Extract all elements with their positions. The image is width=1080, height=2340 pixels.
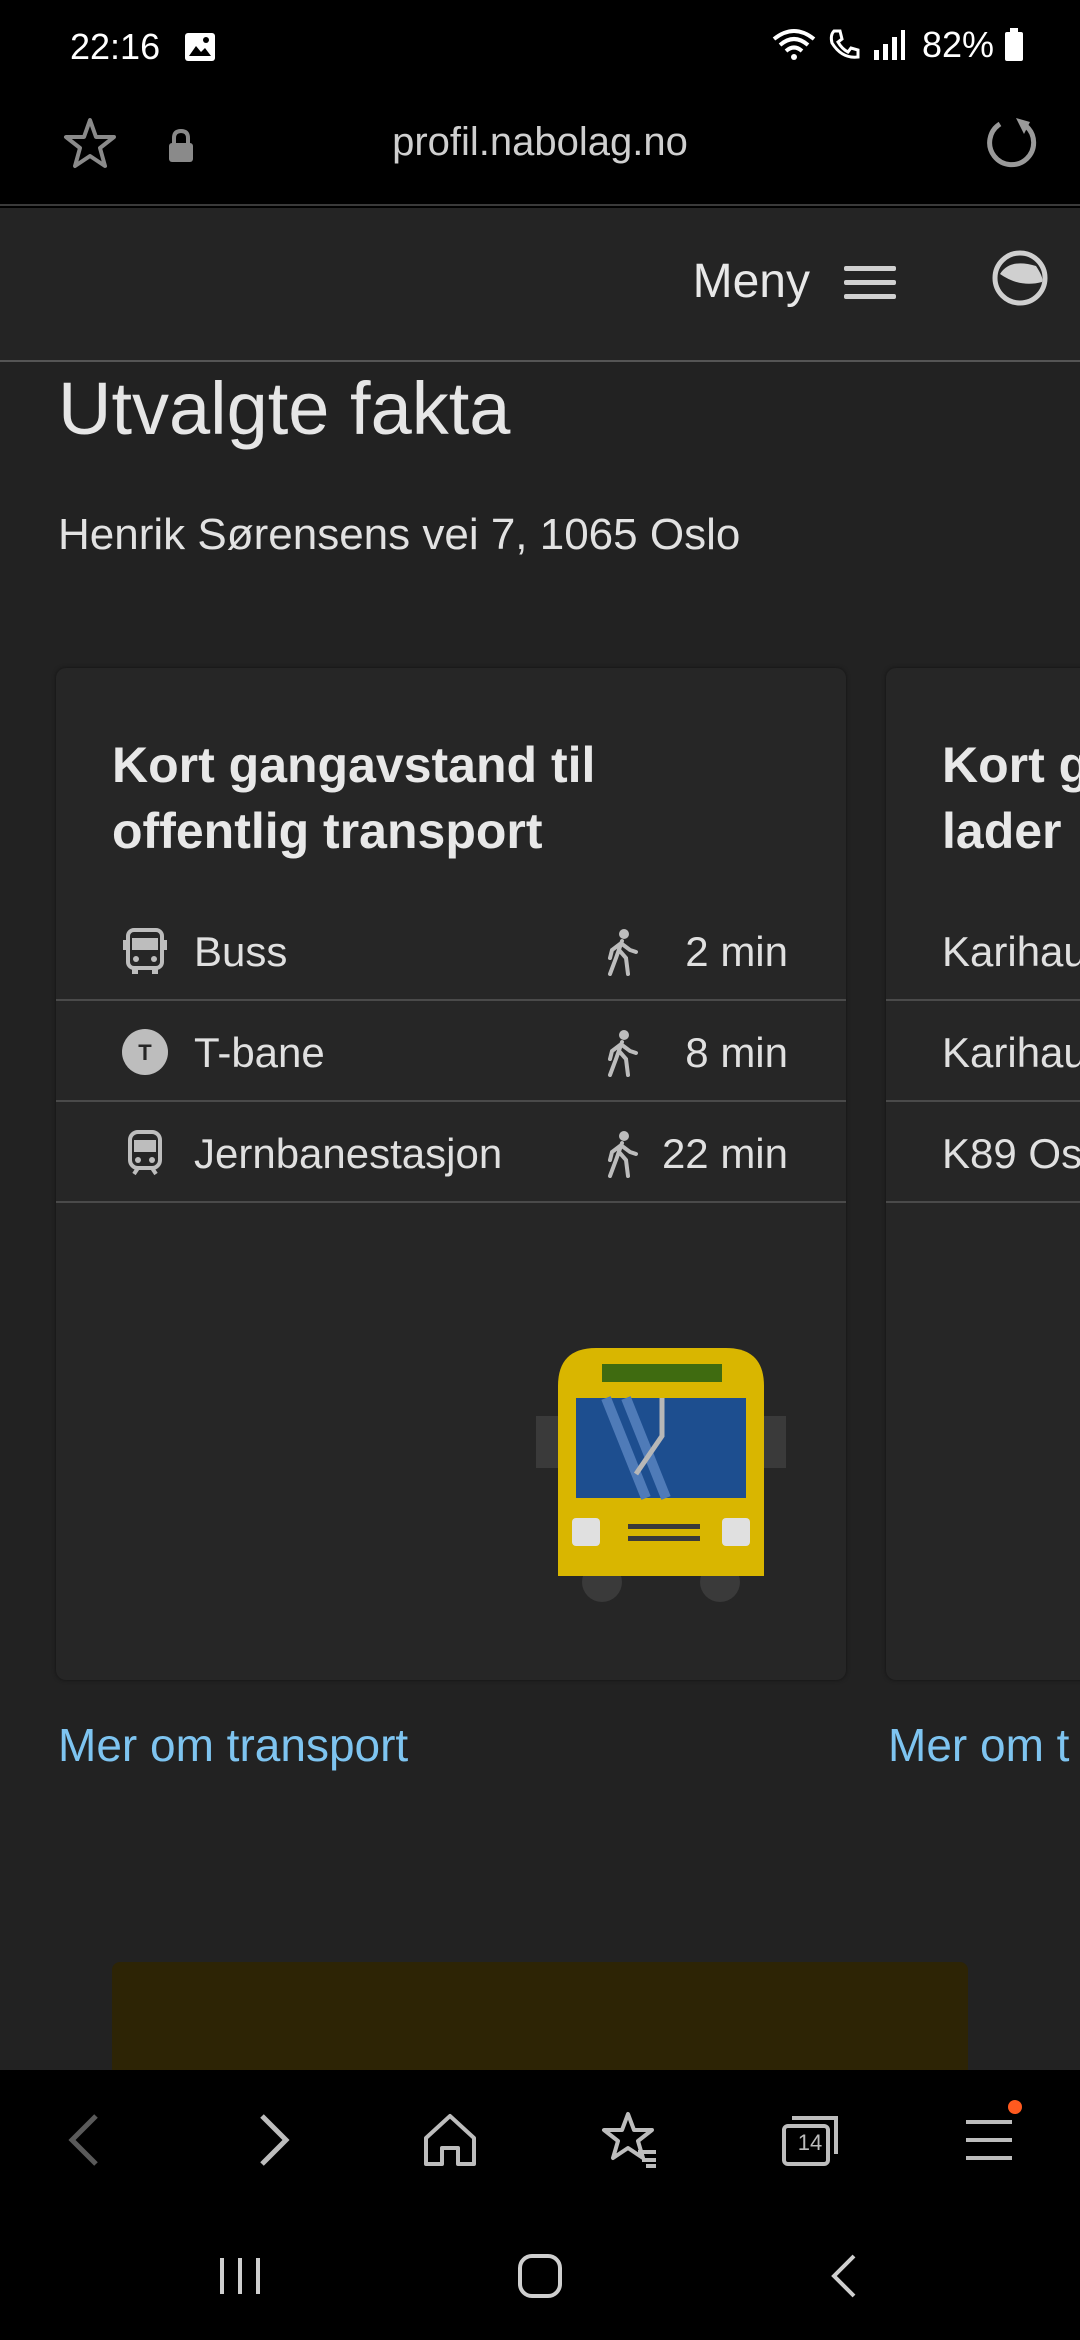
walking-time: 2 min bbox=[685, 928, 788, 975]
more-charging-link[interactable]: Mer om t bbox=[888, 1718, 1069, 1772]
card-title-line: Kort gangavstand til bbox=[112, 737, 596, 793]
hamburger-icon bbox=[844, 262, 896, 302]
charging-row: Karihau bbox=[886, 900, 1080, 1001]
gallery-notification-icon bbox=[185, 33, 215, 61]
status-indicators: 82% bbox=[772, 24, 1024, 66]
page-title: Utvalgte fakta bbox=[58, 367, 511, 450]
card-title-line: offentlig transport bbox=[112, 803, 543, 859]
recent-apps-icon[interactable] bbox=[210, 2246, 270, 2306]
bus-icon bbox=[123, 928, 167, 974]
card-title: Kort g lader bbox=[942, 732, 1080, 864]
transport-list: Buss 2 min T T-bane 8 min Jernbanestasjo… bbox=[56, 900, 846, 1203]
next-section-box bbox=[112, 1962, 968, 2070]
wifi-icon bbox=[772, 29, 816, 60]
site-header: Meny bbox=[0, 208, 1080, 362]
svg-text:T: T bbox=[138, 1040, 152, 1065]
browser-url-bar: profil.nabolag.no bbox=[0, 92, 1080, 206]
bus-illustration-icon bbox=[536, 1348, 786, 1602]
status-time: 22:16 bbox=[70, 26, 161, 67]
charging-list: Karihau Karihau K89 Os bbox=[886, 900, 1080, 1203]
forward-icon[interactable] bbox=[238, 2108, 302, 2172]
web-page: Meny Utvalgte fakta Henrik Sørensens vei… bbox=[0, 208, 1080, 2070]
back-icon[interactable] bbox=[56, 2108, 120, 2172]
transport-row-train: Jernbanestasjon 22 min bbox=[56, 1102, 846, 1203]
browser-toolbar: 14 bbox=[0, 2070, 1080, 2210]
charging-label: Karihau bbox=[942, 1029, 1080, 1076]
home-nav-icon[interactable] bbox=[510, 2246, 570, 2306]
browser-menu-button[interactable] bbox=[958, 2100, 1022, 2172]
charging-label: Karihau bbox=[942, 928, 1080, 975]
bookmarks-icon[interactable] bbox=[598, 2108, 662, 2172]
wifi-call-icon bbox=[829, 29, 860, 59]
walking-time: 8 min bbox=[685, 1029, 788, 1076]
transport-row-metro: T T-bane 8 min bbox=[56, 1001, 846, 1102]
back-nav-icon[interactable] bbox=[816, 2246, 876, 2306]
card-title-line: lader bbox=[942, 803, 1062, 859]
tabs-button[interactable]: 14 bbox=[778, 2108, 842, 2172]
transport-row-bus: Buss 2 min bbox=[56, 900, 846, 1001]
card-title-line: Kort g bbox=[942, 737, 1080, 793]
notification-dot bbox=[1008, 2100, 1022, 2114]
train-icon bbox=[128, 1130, 162, 1176]
walking-icon bbox=[608, 1131, 638, 1178]
home-icon[interactable] bbox=[418, 2108, 482, 2172]
status-bar: 22:16 82% bbox=[0, 0, 1080, 92]
metro-icon: T bbox=[122, 1029, 168, 1075]
card-title: Kort gangavstand til offentlig transport bbox=[112, 732, 812, 864]
menu-button[interactable]: Meny bbox=[693, 254, 896, 309]
more-transport-link[interactable]: Mer om transport bbox=[58, 1718, 408, 1772]
tab-count: 14 bbox=[797, 2130, 823, 2155]
walking-icon bbox=[608, 1030, 638, 1077]
system-nav-bar bbox=[0, 2210, 1080, 2340]
transport-label: T-bane bbox=[194, 1029, 325, 1076]
charging-label: K89 Os bbox=[942, 1130, 1080, 1177]
charging-row: K89 Os bbox=[886, 1102, 1080, 1203]
url-address[interactable]: profil.nabolag.no bbox=[0, 120, 1080, 165]
walking-icon bbox=[608, 929, 638, 976]
transport-label: Jernbanestasjon bbox=[194, 1130, 503, 1177]
transport-card[interactable]: Kort gangavstand til offentlig transport… bbox=[56, 668, 846, 1680]
battery-percentage: 82% bbox=[921, 24, 994, 65]
walking-time: 22 min bbox=[661, 1130, 788, 1177]
address-text: Henrik Sørensens vei 7, 1065 Oslo bbox=[58, 510, 741, 559]
signal-icon bbox=[873, 30, 905, 60]
reload-icon[interactable] bbox=[980, 112, 1044, 176]
transport-label: Buss bbox=[194, 928, 288, 975]
charging-row: Karihau bbox=[886, 1001, 1080, 1102]
menu-label: Meny bbox=[692, 255, 810, 308]
hamburger-icon bbox=[966, 2120, 1012, 2160]
profile-icon[interactable] bbox=[990, 248, 1050, 308]
battery-icon bbox=[1005, 28, 1023, 61]
charging-card[interactable]: Kort g lader Karihau Karihau K89 Os bbox=[886, 668, 1080, 1680]
